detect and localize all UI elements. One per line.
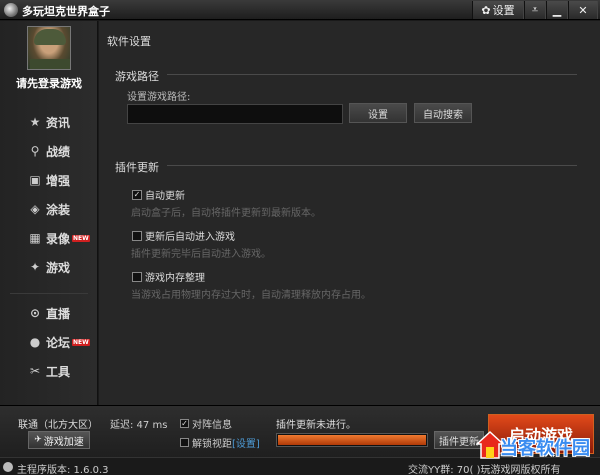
paint-icon: ◈ [30,202,40,216]
sidebar-divider [10,293,88,294]
menu-dropdown-icon: ⩡ [531,3,539,16]
sidebar: 请先登录游戏 ★ 资讯 ⚲ 战绩 ▣ 增强 ◈ 涂装 ▦ 录像 NEW ✦ 游戏… [0,21,98,405]
star-icon: ★ [29,115,41,129]
unlock-view-option[interactable]: 解锁视距 [设置] [180,435,260,450]
search-icon: ⚲ [30,144,40,158]
version-text: 主程序版本: 1.6.0.3 [17,465,109,475]
section-divider [167,74,577,75]
sidebar-item-label: 涂装 [46,202,71,217]
play-circle-icon: ⊙ [29,306,41,320]
menu-button[interactable]: ⩡ [524,1,546,19]
section-divider [167,165,577,166]
minimize-icon: ▁ [552,3,562,17]
plugin-status-text: 插件更新未进行。 [276,420,356,431]
status-icon [3,462,13,472]
sidebar-item-tools[interactable]: ✂ 工具 [28,361,70,381]
minimize-button[interactable]: ▁ [546,1,568,19]
film-icon: ▦ [29,231,41,245]
window-controls: ✿ 设置 ⩡ ▁ ✕ [472,1,598,19]
progress-fill [278,435,426,445]
unlock-view-settings-link[interactable]: [设置] [232,435,260,450]
settings-button[interactable]: ✿ 设置 [472,1,524,19]
settings-panel: 软件设置 游戏路径 设置游戏路径: 设置 自动搜索 插件更新 ✓ 自动更新 启动… [99,21,600,405]
sidebar-item-label: 战绩 [46,144,71,159]
team-info-checkbox[interactable]: ✓ [180,419,189,428]
section-plugin-update-title: 插件更新 [115,161,159,174]
unlock-view-checkbox[interactable] [180,438,189,447]
sidebar-item-enhance[interactable]: ▣ 增强 [28,170,70,190]
option-label: 自动更新 [145,191,185,202]
watermark-text: 当客软件园 [500,438,590,459]
unlock-view-label: 解锁视距 [192,439,232,450]
new-badge: NEW [72,338,90,346]
boost-label: 游戏加速 [43,436,84,448]
option-hint: 启动盒子后，自动将插件更新到最新版本。 [131,208,321,219]
sidebar-item-label: 工具 [46,364,71,379]
sidebar-item-replay[interactable]: ▦ 录像 NEW [28,228,90,248]
sidebar-item-forum[interactable]: ● 论坛 NEW [28,332,90,352]
sidebar-item-record[interactable]: ⚲ 战绩 [28,141,70,161]
auto-update-checkbox[interactable]: ✓ [132,189,142,200]
team-info-label: 对阵信息 [192,420,232,431]
option-label: 更新后自动进入游戏 [145,232,235,243]
app-logo-icon [4,3,18,17]
settings-label: 设置 [492,4,515,17]
option-label: 游戏内存整理 [145,273,205,284]
sidebar-item-label: 直播 [46,306,71,321]
auto-enter-game-option[interactable]: 更新后自动进入游戏 [132,228,235,243]
sidebar-item-label: 游戏 [46,260,71,275]
plugin-progress-bar [276,433,428,447]
avatar-helmet [34,29,66,45]
page-title: 软件设置 [107,35,151,48]
auto-search-button[interactable]: 自动搜索 [414,103,472,123]
window-title: 多玩坦克世界盒子 [22,5,110,18]
team-info-option[interactable]: ✓ 对阵信息 [180,416,232,431]
server-name: 联通（北方大区） [18,420,98,431]
sidebar-item-label: 增强 [46,173,71,188]
toolbox-icon: ▣ [29,173,41,187]
auto-update-option[interactable]: ✓ 自动更新 [132,187,185,202]
avatar-body [30,59,70,69]
auto-enter-game-checkbox[interactable] [132,230,142,241]
watermark: 当客软件园 [476,430,600,460]
chat-icon: ● [29,335,41,349]
sidebar-item-label: 录像 [46,231,71,246]
close-button[interactable]: ✕ [568,1,598,19]
sidebar-item-paint[interactable]: ◈ 涂装 [28,199,70,219]
gamepad-icon: ✦ [29,260,41,274]
sidebar-item-label: 论坛 [46,335,71,350]
avatar[interactable] [27,26,71,70]
game-boost-button[interactable]: ✈ 游戏加速 [28,431,90,449]
latency-readout: 延迟: 47 ms [110,420,168,431]
rocket-icon: ✈ [34,435,42,445]
login-prompt[interactable]: 请先登录游戏 [0,75,98,91]
sidebar-item-news[interactable]: ★ 资讯 [28,112,70,132]
option-hint: 当游戏占用物理内存过大时，自动清理释放内存占用。 [131,290,371,301]
sidebar-item-label: 资讯 [46,115,71,130]
section-game-path-title: 游戏路径 [115,70,159,83]
gear-icon: ✿ [481,3,491,17]
game-path-input[interactable] [127,104,343,124]
game-path-label: 设置游戏路径: [127,92,191,103]
option-hint: 插件更新完毕后自动进入游戏。 [131,249,271,260]
sidebar-item-live[interactable]: ⊙ 直播 [28,303,70,323]
memory-cleanup-checkbox[interactable] [132,271,142,282]
memory-cleanup-option[interactable]: 游戏内存整理 [132,269,205,284]
set-path-button[interactable]: 设置 [349,103,407,123]
community-text: 交流YY群: 70( )玩游戏网版权所有 [408,465,561,475]
close-icon: ✕ [578,3,588,17]
sidebar-item-games[interactable]: ✦ 游戏 [28,257,70,277]
tools-icon: ✂ [29,364,41,378]
new-badge: NEW [72,234,90,242]
title-bar: 多玩坦克世界盒子 ✿ 设置 ⩡ ▁ ✕ [0,0,600,20]
